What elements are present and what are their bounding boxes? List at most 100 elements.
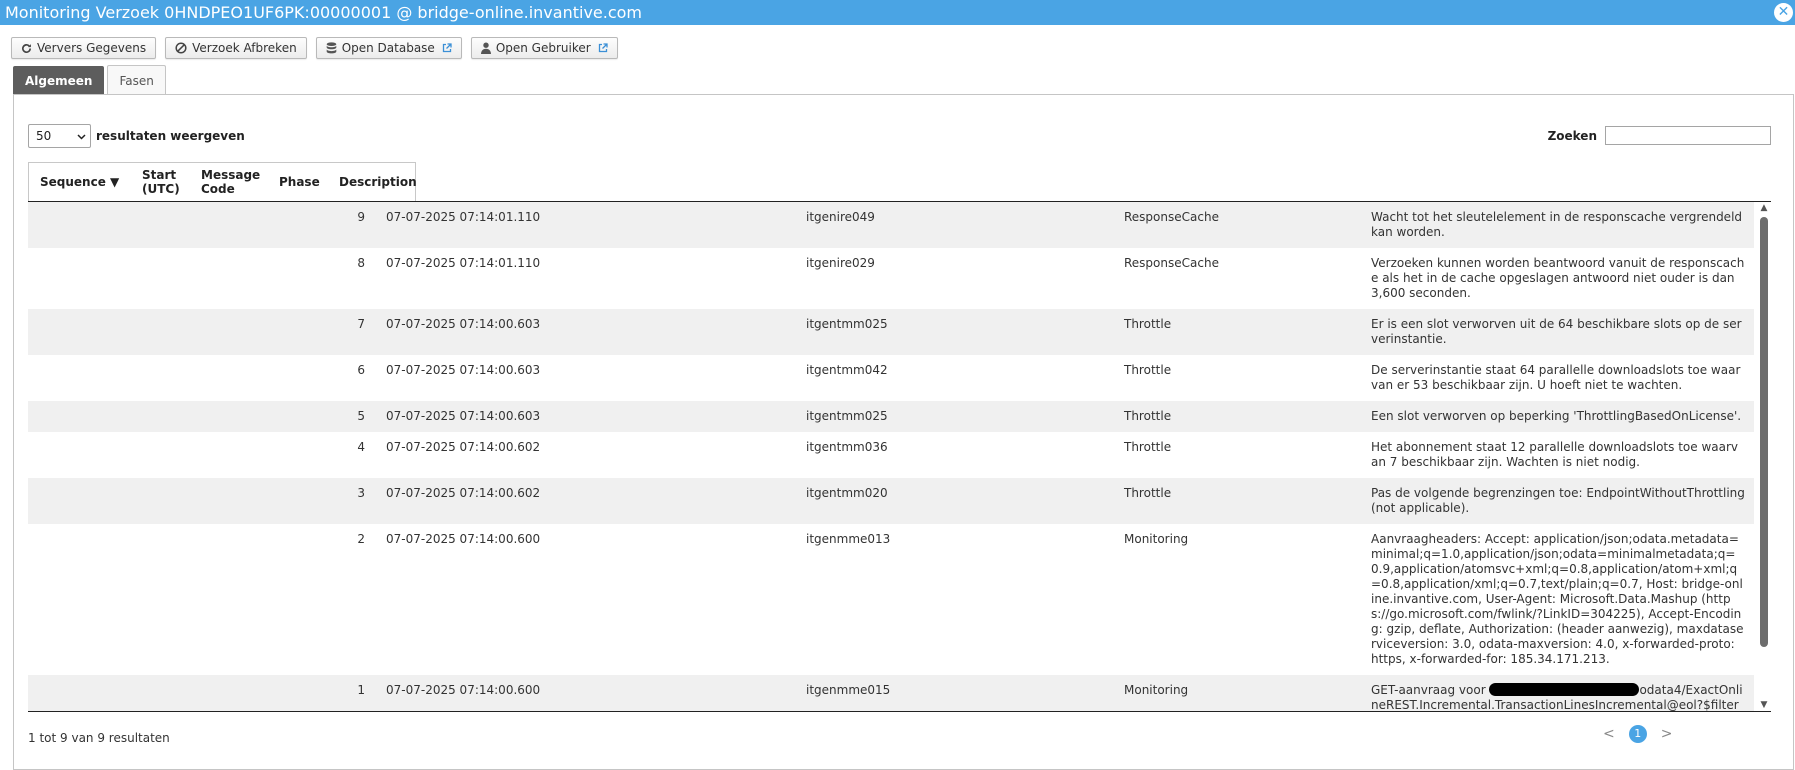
pagination-next[interactable]: > [1661, 726, 1673, 742]
open-user-button[interactable]: Open Gebruiker [470, 37, 618, 59]
table-row[interactable]: 4 07-07-2025 07:14:00.602 itgentmm036 Th… [28, 432, 1754, 478]
cell-start: 07-07-2025 07:14:00.603 [386, 317, 541, 331]
cell-sequence: 3 [357, 486, 365, 500]
cell-description: Aanvraagheaders: Accept: application/jso… [1371, 532, 1744, 666]
cell-start: 07-07-2025 07:14:00.602 [386, 440, 541, 454]
table-row[interactable]: 5 07-07-2025 07:14:00.603 itgentmm025 Th… [28, 401, 1754, 432]
cell-description: Wacht tot het sleutelelement in de respo… [1371, 210, 1746, 239]
table-row[interactable]: 8 07-07-2025 07:14:01.110 itgenire029 Re… [28, 248, 1754, 309]
cell-start: 07-07-2025 07:14:00.600 [386, 683, 541, 697]
toolbar: Ververs Gegevens Verzoek Afbreken Open D… [11, 37, 618, 59]
cell-sequence: 6 [357, 363, 365, 377]
cell-start: 07-07-2025 07:14:00.602 [386, 486, 541, 500]
cell-start: 07-07-2025 07:14:01.110 [386, 210, 541, 224]
cell-description: GET-aanvraag voor odata4/ExactOnlineREST… [1371, 683, 1745, 711]
table-row[interactable]: 1 07-07-2025 07:14:00.600 itgenmme015 Mo… [28, 675, 1754, 711]
cell-description: Pas de volgende begrenzingen toe: Endpoi… [1371, 486, 1749, 515]
tab-algemeen[interactable]: Algemeen [13, 66, 105, 94]
cell-phase: Throttle [1124, 363, 1172, 377]
table-row[interactable]: 2 07-07-2025 07:14:00.600 itgenmme013 Mo… [28, 524, 1754, 675]
table-row[interactable]: 9 07-07-2025 07:14:01.110 itgenire049 Re… [28, 202, 1754, 248]
cell-sequence: 4 [357, 440, 365, 454]
table-row[interactable]: 3 07-07-2025 07:14:00.602 itgentmm020 Th… [28, 478, 1754, 524]
search-label: Zoeken [1547, 128, 1597, 143]
cell-description: Er is een slot verworven uit de 64 besch… [1371, 317, 1742, 346]
cell-start: 07-07-2025 07:14:00.603 [386, 409, 541, 423]
cell-phase: Throttle [1124, 440, 1172, 454]
table-row[interactable]: 6 07-07-2025 07:14:00.603 itgentmm042 Th… [28, 355, 1754, 401]
abort-button[interactable]: Verzoek Afbreken [165, 37, 307, 59]
scroll-up-icon[interactable]: ▲ [1759, 203, 1769, 213]
column-header-sequence[interactable]: Sequence ▼ [29, 175, 131, 189]
scroll-down-icon[interactable]: ▼ [1759, 700, 1769, 710]
tab-bar: Algemeen Fasen [13, 65, 166, 95]
open-user-label: Open Gebruiker [495, 41, 591, 55]
table-header: Sequence ▼ Start (UTC) Message Code Phas… [28, 162, 417, 201]
redaction-mark [1489, 683, 1640, 696]
open-database-label: Open Database [341, 41, 435, 55]
pagination-page-current[interactable]: 1 [1628, 725, 1647, 743]
cell-phase: Throttle [1124, 317, 1172, 331]
cell-phase: Monitoring [1124, 532, 1189, 546]
cell-sequence: 7 [357, 317, 365, 331]
cell-message-code: itgenmme015 [806, 683, 891, 697]
tab-fasen[interactable]: Fasen [107, 65, 166, 95]
cell-sequence: 8 [357, 256, 365, 270]
refresh-button[interactable]: Ververs Gegevens [11, 37, 157, 59]
refresh-button-label: Ververs Gegevens [37, 41, 147, 55]
cell-message-code: itgentmm025 [806, 317, 888, 331]
column-header-message-code[interactable]: Message Code [190, 168, 268, 196]
cell-description: Een slot verworven op beperking 'Throttl… [1371, 409, 1742, 423]
cell-phase: ResponseCache [1124, 210, 1219, 224]
search-input[interactable] [1605, 126, 1771, 145]
scrollbar-thumb[interactable] [1760, 217, 1768, 647]
window-title: Monitoring Verzoek 0HNDPEO1UF6PK:0000000… [5, 3, 643, 22]
ban-icon [175, 42, 187, 54]
column-header-description[interactable]: Description [328, 175, 417, 189]
cell-phase: Throttle [1124, 409, 1172, 423]
window-titlebar: Monitoring Verzoek 0HNDPEO1UF6PK:0000000… [0, 0, 1795, 25]
cell-sequence: 1 [357, 683, 365, 697]
abort-button-label: Verzoek Afbreken [192, 41, 297, 55]
pagination: < 1 > [1603, 725, 1672, 743]
chevron-down-icon [77, 129, 86, 143]
column-header-phase[interactable]: Phase [268, 175, 328, 189]
description-prefix: GET-aanvraag voor [1371, 683, 1490, 697]
search-control: Zoeken [1548, 126, 1771, 145]
cell-message-code: itgenire049 [806, 210, 875, 224]
cell-message-code: itgentmm036 [806, 440, 888, 454]
cell-phase: Throttle [1124, 486, 1172, 500]
page-length-select[interactable]: 50 [28, 124, 91, 148]
cell-description: Verzoeken kunnen worden beantwoord vanui… [1371, 256, 1745, 300]
table-scrollbar[interactable]: ▲ ▼ [1757, 201, 1771, 712]
page-length-label: resultaten weergeven [96, 129, 245, 143]
cell-start: 07-07-2025 07:14:01.110 [386, 256, 541, 270]
cell-description: Het abonnement staat 12 parallelle downl… [1371, 440, 1738, 469]
cell-sequence: 5 [357, 409, 365, 423]
open-database-button[interactable]: Open Database [315, 37, 462, 59]
cell-message-code: itgenire029 [806, 256, 875, 270]
external-link-icon [442, 43, 452, 53]
cell-message-code: itgenmme013 [806, 532, 891, 546]
cell-sequence: 9 [357, 210, 365, 224]
cell-message-code: itgentmm042 [806, 363, 888, 377]
external-link-icon [598, 43, 608, 53]
results-info: 1 tot 9 van 9 resultaten [28, 731, 170, 745]
pagination-previous[interactable]: < [1603, 726, 1615, 742]
page-length-value: 50 [36, 129, 52, 143]
column-header-start[interactable]: Start (UTC) [131, 168, 190, 196]
database-icon [326, 42, 337, 54]
cell-phase: ResponseCache [1124, 256, 1219, 270]
page-length-control: 50 resultaten weergeven [28, 124, 245, 148]
cell-message-code: itgentmm025 [806, 409, 888, 423]
table-body: 9 07-07-2025 07:14:01.110 itgenire049 Re… [28, 201, 1771, 712]
table-row[interactable]: 7 07-07-2025 07:14:00.603 itgentmm025 Th… [28, 309, 1754, 355]
cell-start: 07-07-2025 07:14:00.600 [386, 532, 541, 546]
cell-phase: Monitoring [1124, 683, 1189, 697]
refresh-icon [21, 43, 32, 54]
user-icon [480, 42, 491, 54]
close-icon[interactable]: ✕ [1774, 3, 1793, 22]
cell-start: 07-07-2025 07:14:00.603 [386, 363, 541, 377]
cell-message-code: itgentmm020 [806, 486, 888, 500]
cell-sequence: 2 [357, 532, 365, 546]
